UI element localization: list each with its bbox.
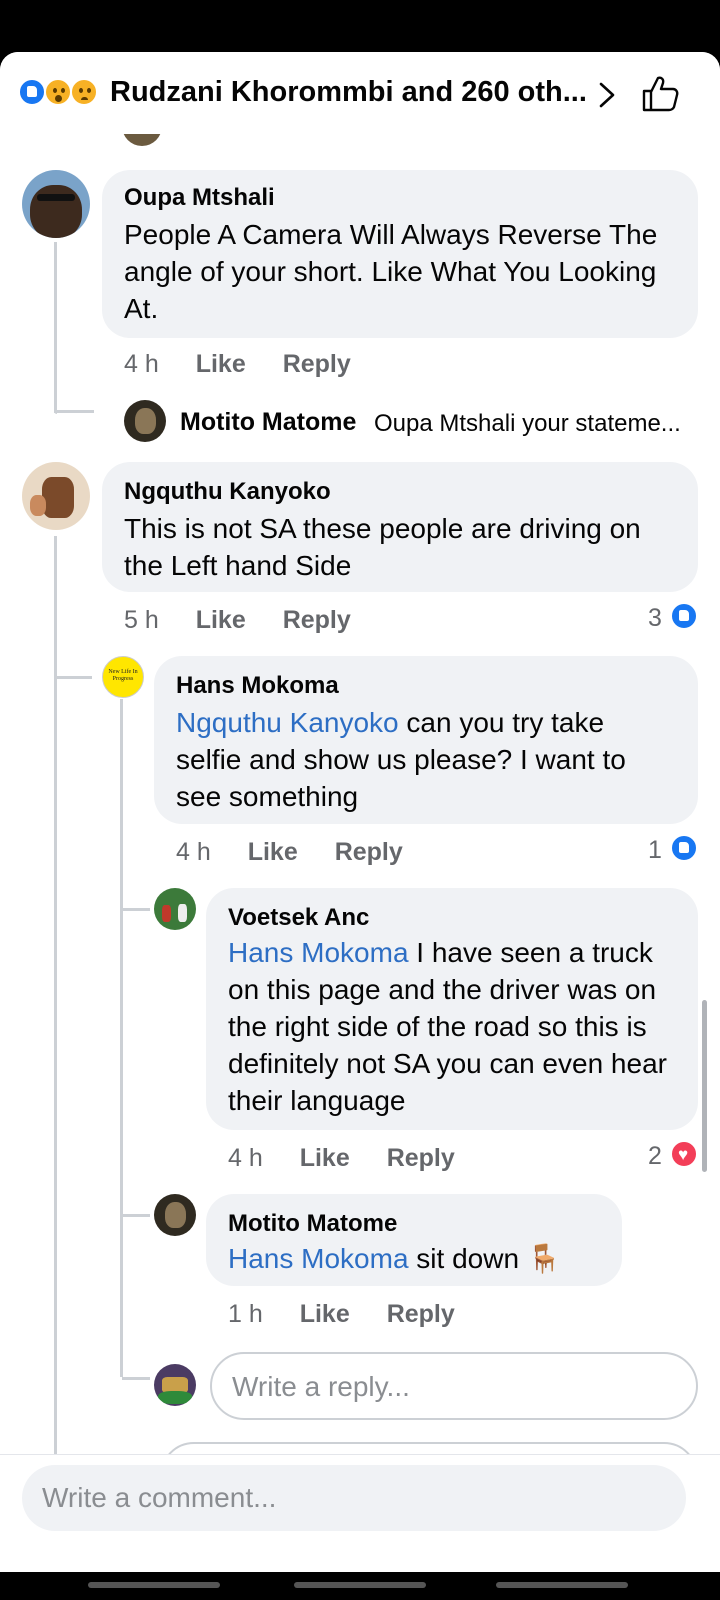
thread-line bbox=[56, 676, 92, 679]
nav-back[interactable] bbox=[496, 1582, 628, 1588]
comment-composer: Write a comment... bbox=[0, 1454, 720, 1531]
like-icon[interactable] bbox=[670, 834, 698, 862]
comment-text: Hans Mokoma I have seen a truck on this … bbox=[228, 934, 678, 1119]
like-link[interactable]: Like bbox=[300, 1144, 350, 1172]
reaction-summary[interactable] bbox=[18, 78, 106, 108]
reply-link[interactable]: Reply bbox=[283, 350, 351, 378]
comment-author[interactable]: Voetsek Anc bbox=[228, 904, 369, 932]
mention-link[interactable]: Hans Mokoma bbox=[228, 1243, 409, 1274]
like-button-icon[interactable] bbox=[640, 74, 680, 114]
comment-text: Ngquthu Kanyoko can you try take selfie … bbox=[176, 704, 676, 815]
like-icon[interactable] bbox=[670, 602, 698, 630]
reaction-count[interactable]: 3 bbox=[648, 604, 662, 633]
thread-line bbox=[122, 908, 150, 911]
reaction-count[interactable]: 1 bbox=[648, 836, 662, 865]
reply-preview-text[interactable]: Oupa Mtshali your stateme... bbox=[374, 410, 681, 438]
thread-line bbox=[54, 536, 57, 1526]
avatar[interactable] bbox=[22, 462, 90, 530]
like-icon bbox=[18, 78, 46, 106]
comment-input-placeholder: Write a comment... bbox=[42, 1482, 277, 1513]
comment-time: 4 h bbox=[176, 838, 211, 866]
mention-link[interactable]: Hans Mokoma bbox=[228, 937, 409, 968]
thread-line bbox=[122, 1377, 150, 1380]
reply-link[interactable]: Reply bbox=[283, 606, 351, 634]
thread-line bbox=[122, 1214, 150, 1217]
comment-actions: 4 h Like Reply bbox=[176, 838, 403, 867]
avatar[interactable] bbox=[102, 656, 144, 698]
like-link[interactable]: Like bbox=[300, 1300, 350, 1328]
wow-icon bbox=[44, 78, 72, 106]
reply-link[interactable]: Reply bbox=[387, 1144, 455, 1172]
avatar[interactable] bbox=[124, 400, 166, 442]
reactions-header[interactable]: Rudzani Khorommbi and 260 oth... bbox=[0, 52, 720, 134]
comment-author[interactable]: Ngquthu Kanyoko bbox=[124, 478, 331, 506]
sad-icon bbox=[70, 78, 98, 106]
reply-input-placeholder: Write a reply... bbox=[232, 1371, 410, 1402]
comments-sheet: Rudzani Khorommbi and 260 oth... Motito … bbox=[0, 52, 720, 1572]
thread-line bbox=[54, 410, 94, 413]
comment-time: 1 h bbox=[228, 1300, 263, 1328]
comment-author[interactable]: Hans Mokoma bbox=[176, 672, 339, 700]
comment-actions: 4 h Like Reply bbox=[228, 1144, 455, 1173]
comment-text-body: sit down 🪑 bbox=[408, 1243, 562, 1274]
comment-text: Hans Mokoma sit down 🪑 bbox=[228, 1240, 608, 1277]
nav-recents[interactable] bbox=[88, 1582, 220, 1588]
avatar[interactable] bbox=[22, 170, 90, 238]
avatar[interactable] bbox=[154, 1194, 196, 1236]
avatar[interactable] bbox=[154, 888, 196, 930]
reply-link[interactable]: Reply bbox=[335, 838, 403, 866]
comment-time: 4 h bbox=[124, 350, 159, 378]
like-link[interactable]: Like bbox=[196, 606, 246, 634]
like-link[interactable]: Like bbox=[196, 350, 246, 378]
comment-text: This is not SA these people are driving … bbox=[124, 513, 641, 581]
scrollbar[interactable] bbox=[702, 1000, 707, 1172]
comment-author[interactable]: Oupa Mtshali bbox=[124, 184, 275, 212]
system-nav-bar bbox=[0, 1572, 720, 1600]
reply-link[interactable]: Reply bbox=[387, 1300, 455, 1328]
comment-time: 5 h bbox=[124, 606, 159, 634]
love-icon[interactable] bbox=[670, 1140, 698, 1168]
comment-input[interactable]: Write a comment... bbox=[22, 1465, 686, 1531]
mention-link[interactable]: Ngquthu Kanyoko bbox=[176, 707, 399, 738]
thread-line bbox=[54, 242, 57, 414]
reaction-count[interactable]: 2 bbox=[648, 1142, 662, 1171]
reply-input[interactable]: Write a reply... bbox=[210, 1352, 698, 1420]
comment-author[interactable]: Motito Matome bbox=[228, 1210, 397, 1238]
comment-time: 4 h bbox=[228, 1144, 263, 1172]
nav-home[interactable] bbox=[294, 1582, 426, 1588]
comment-actions: 4 h Like Reply bbox=[124, 350, 351, 379]
thread-line bbox=[120, 699, 123, 1377]
reactions-title[interactable]: Rudzani Khorommbi and 260 oth... bbox=[110, 76, 587, 109]
like-link[interactable]: Like bbox=[248, 838, 298, 866]
comment-actions: 5 h Like Reply bbox=[124, 606, 351, 635]
chevron-right-icon[interactable] bbox=[596, 82, 618, 108]
avatar bbox=[154, 1364, 196, 1406]
comment-actions: 1 h Like Reply bbox=[228, 1300, 455, 1329]
reply-preview-author[interactable]: Motito Matome bbox=[180, 408, 356, 437]
comment-text: People A Camera Will Always Reverse The … bbox=[124, 219, 658, 324]
